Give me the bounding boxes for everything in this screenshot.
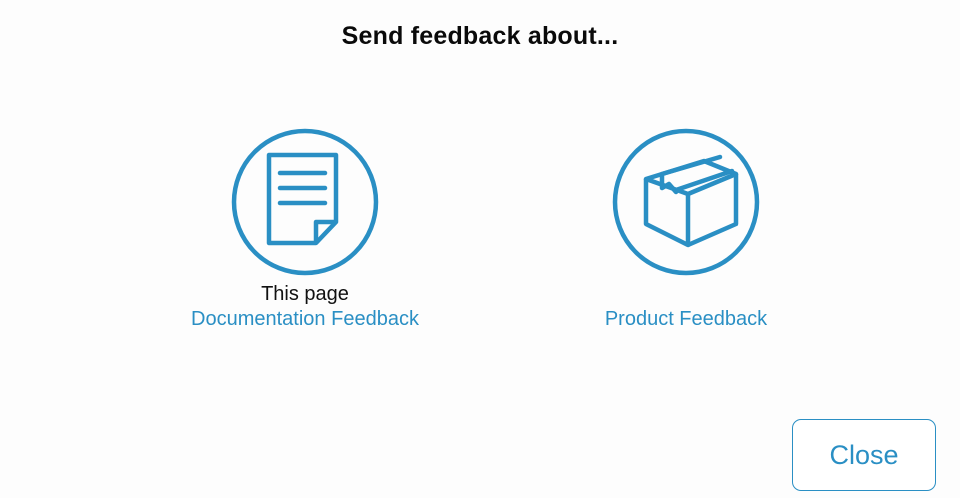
product-feedback-option[interactable]: Product Feedback — [526, 128, 846, 332]
option-subtitle: This page — [261, 283, 349, 305]
documentation-feedback-link[interactable]: Documentation Feedback — [145, 306, 465, 332]
feedback-dialog: Send feedback about... This page Documen… — [0, 0, 960, 498]
document-icon[interactable] — [231, 128, 379, 276]
documentation-feedback-option[interactable]: This page Documentation Feedback — [145, 128, 465, 332]
dialog-title: Send feedback about... — [341, 22, 619, 50]
close-button[interactable]: Close — [792, 419, 936, 491]
box-icon[interactable] — [612, 128, 760, 276]
product-feedback-link[interactable]: Product Feedback — [526, 306, 846, 332]
